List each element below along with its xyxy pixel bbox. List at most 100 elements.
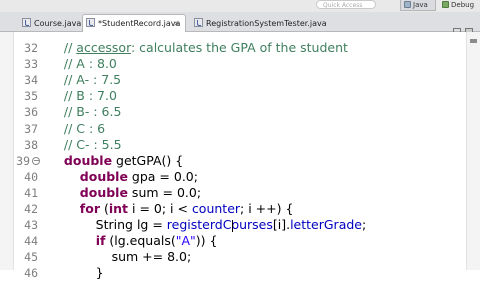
line-number: 38 xyxy=(24,137,38,152)
overview-ruler[interactable] xyxy=(466,32,480,270)
code-line[interactable]: 42 for (int i = 0; i < counter; i ++) { xyxy=(0,201,466,217)
code-token: ; xyxy=(361,217,367,233)
line-number: 34 xyxy=(24,73,38,88)
code-line[interactable]: 40 double gpa = 0.0; xyxy=(0,169,466,185)
code-line[interactable]: 45 sum += 8.0; xyxy=(0,249,466,265)
line-number: 46 xyxy=(24,266,38,281)
code-line[interactable]: 35 // B : 7.0 xyxy=(0,88,466,104)
code-token: int xyxy=(108,201,129,216)
code-token: getGPA() { xyxy=(112,152,184,168)
code-token: : calculates the GPA of the student xyxy=(130,40,348,55)
line-number: 36 xyxy=(24,105,38,120)
code-text: // B : 7.0 xyxy=(48,88,117,104)
code-token: // C : 6 xyxy=(48,120,106,136)
code-token: letterGrade xyxy=(290,217,362,233)
code-token: double xyxy=(79,168,128,184)
code-token: i = 0; i < xyxy=(128,201,192,216)
code-line[interactable]: 39− double getGPA() { xyxy=(0,153,466,169)
java-perspective-label: Java xyxy=(413,1,428,9)
line-number: 43 xyxy=(24,218,38,233)
code-line[interactable]: 36 // B- : 6.5 xyxy=(0,104,466,120)
line-number: 33 xyxy=(24,57,38,72)
code-token: // A- : 7.5 xyxy=(48,72,122,88)
line-number: 32 xyxy=(24,41,38,55)
code-token: if xyxy=(95,233,106,249)
code-token: sum = 0.0; xyxy=(127,184,202,200)
main-toolbar: Quick Access Java Debug xyxy=(0,0,480,12)
code-line[interactable]: 38 // C- : 5.5 xyxy=(0,137,466,153)
code-line[interactable]: 37 // C : 6 xyxy=(0,121,466,137)
code-line[interactable]: 41 double sum = 0.0; xyxy=(0,185,466,201)
line-number: 39 xyxy=(16,153,30,168)
code-text: // A- : 7.5 xyxy=(48,72,121,88)
code-token: String lg = xyxy=(48,217,167,233)
overview-ruler-marker[interactable] xyxy=(470,39,477,43)
code-token: sum += 8.0; xyxy=(48,249,192,265)
code-editor[interactable]: 32 // accessor: calculates the GPA of th… xyxy=(0,32,480,280)
tab-label: Course.java xyxy=(34,19,82,28)
collapse-icon[interactable]: − xyxy=(32,156,40,165)
code-token: "A" xyxy=(175,233,196,249)
code-token: // xyxy=(48,40,77,55)
editor-tab-bar: Course.java *StudentRecord.java × Regist… xyxy=(0,12,480,33)
debug-perspective-icon xyxy=(442,1,449,8)
java-file-icon xyxy=(22,18,31,27)
code-line[interactable]: 33 // A : 8.0 xyxy=(0,56,466,72)
text-caret xyxy=(232,220,233,233)
code-token: accessor xyxy=(76,40,131,55)
code-line[interactable]: 44 if (lg.equals("A")) { xyxy=(0,233,466,249)
code-line[interactable]: 43 String lg = registerdCourses[i].lette… xyxy=(0,217,466,233)
tab-label: *StudentRecord.java xyxy=(98,19,181,28)
code-text: // B- : 6.5 xyxy=(48,104,122,120)
java-perspective-button[interactable]: Java xyxy=(400,0,436,11)
code-text: // C- : 5.5 xyxy=(48,137,122,153)
code-text: String lg = registerdCourses[i].letterGr… xyxy=(48,217,367,233)
code-token: registerdCourses xyxy=(166,217,273,233)
code-line[interactable]: 46 } xyxy=(0,265,466,281)
line-number: 44 xyxy=(24,234,38,249)
tab-studentrecord-java[interactable]: *StudentRecord.java × xyxy=(82,14,186,32)
code-token: gpa = 0.0; xyxy=(127,168,198,184)
code-text: double gpa = 0.0; xyxy=(48,169,198,185)
code-text: for (int i = 0; i < counter; i ++) { xyxy=(48,201,294,217)
code-text: if (lg.equals("A")) { xyxy=(48,233,218,249)
quick-access-search[interactable]: Quick Access xyxy=(316,0,376,9)
code-line[interactable]: 34 // A- : 7.5 xyxy=(0,72,466,88)
code-line[interactable]: 32 // accessor: calculates the GPA of th… xyxy=(0,40,466,56)
line-number: 42 xyxy=(24,202,38,216)
debug-perspective-label: Debug xyxy=(451,1,475,9)
line-number: 41 xyxy=(24,185,38,200)
code-token: double xyxy=(63,152,113,168)
code-text: double sum = 0.0; xyxy=(48,185,201,201)
code-token: for xyxy=(79,201,100,216)
code-token: [i]. xyxy=(272,217,291,233)
line-number: 45 xyxy=(24,250,38,265)
line-number: 37 xyxy=(24,121,38,136)
tab-registrationsystemtester-java[interactable]: RegistrationSystemTester.java xyxy=(194,16,327,32)
java-file-icon xyxy=(194,18,203,27)
code-text: // accessor: calculates the GPA of the s… xyxy=(48,40,348,56)
code-token: ( xyxy=(100,201,109,216)
code-text: // A : 8.0 xyxy=(48,56,117,72)
code-token: double xyxy=(79,184,128,200)
java-file-icon xyxy=(86,18,95,27)
java-perspective-icon xyxy=(404,1,411,8)
tab-label: RegistrationSystemTester.java xyxy=(206,19,327,28)
code-text: // C : 6 xyxy=(48,121,105,137)
code-token: // B : 7.0 xyxy=(48,88,117,104)
code-text: } xyxy=(48,265,104,281)
code-token: counter xyxy=(191,201,241,216)
code-text: double getGPA() { xyxy=(48,153,183,169)
close-tab-icon[interactable]: × xyxy=(173,15,180,32)
debug-perspective-button[interactable]: Debug xyxy=(440,0,480,11)
tab-course-java[interactable]: Course.java xyxy=(22,16,81,32)
code-token: (lg.equals( xyxy=(105,233,176,249)
code-token: // B- : 6.5 xyxy=(48,104,122,120)
line-number: 35 xyxy=(24,89,38,104)
code-token: // A : 8.0 xyxy=(48,56,117,72)
